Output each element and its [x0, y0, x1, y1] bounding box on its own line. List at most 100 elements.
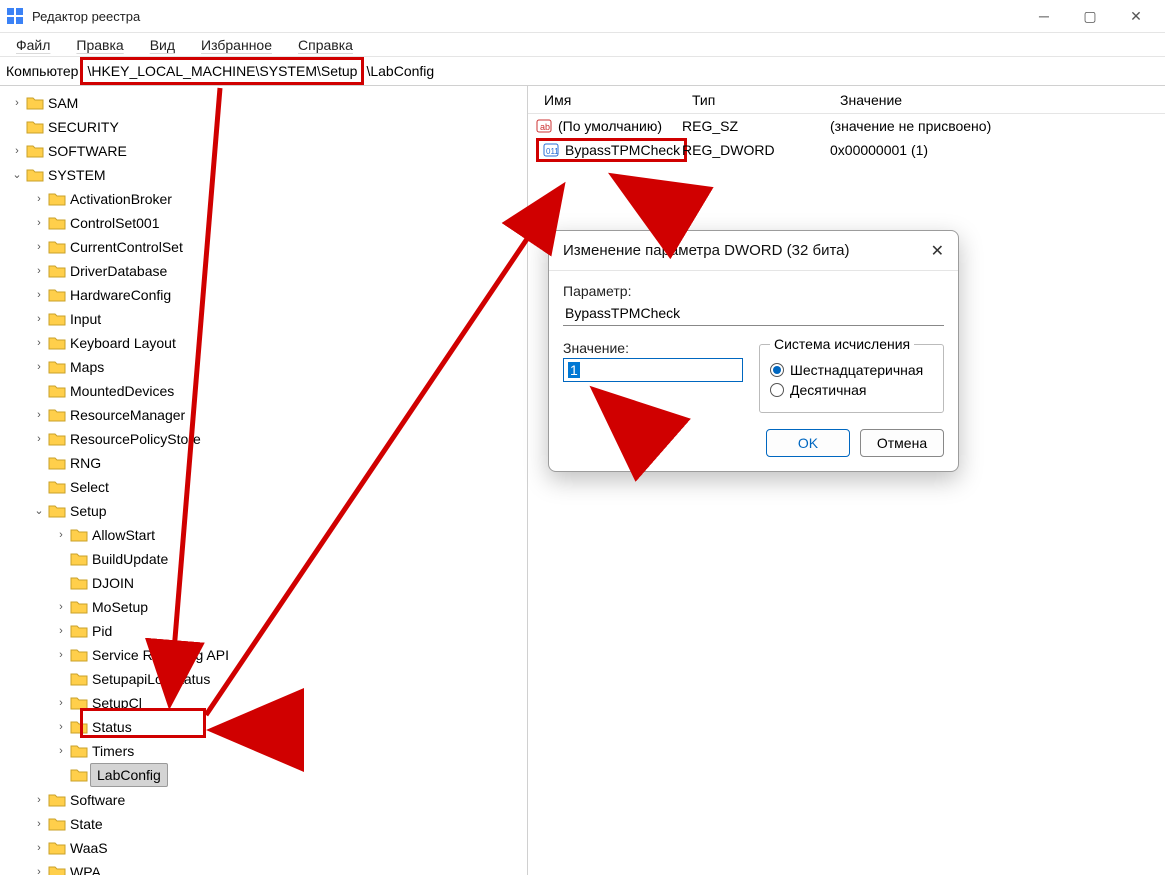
- tree-node-setupcl[interactable]: ›SetupCl: [52, 692, 146, 714]
- tree-node-pid[interactable]: ›Pid: [52, 620, 116, 642]
- col-type[interactable]: Тип: [684, 88, 832, 112]
- folder-icon: [26, 144, 44, 158]
- tree-node-state[interactable]: ›State: [30, 813, 107, 835]
- tree-node-timers[interactable]: ›Timers: [52, 740, 138, 762]
- tree-node-servicereportingapi[interactable]: ›Service Reporting API: [52, 644, 233, 666]
- folder-open-icon: [48, 504, 66, 518]
- menu-favorites[interactable]: Избранное: [197, 35, 276, 55]
- tree-node-djoin[interactable]: ·DJOIN: [52, 572, 138, 594]
- chevron-down-icon[interactable]: ⌄: [32, 500, 46, 522]
- menu-view[interactable]: Вид: [146, 35, 179, 55]
- tree-node-maps[interactable]: ›Maps: [30, 356, 108, 378]
- folder-icon: [48, 865, 66, 875]
- folder-icon: [48, 793, 66, 807]
- tree-node-resourcepolicystore[interactable]: ›ResourcePolicyStore: [30, 428, 205, 450]
- value-name: BypassTPMCheck: [565, 142, 680, 158]
- radio-icon: [770, 383, 784, 397]
- tree-node-buildupdate[interactable]: ·BuildUpdate: [52, 548, 172, 570]
- tree-node-labconfig[interactable]: ·LabConfig: [52, 763, 170, 787]
- registry-tree[interactable]: ›SAM ·SECURITY ›SOFTWARE ⌄SYSTEM ›Activa…: [0, 86, 528, 875]
- tree-node-waas[interactable]: ›WaaS: [30, 837, 112, 859]
- string-value-icon: ab: [536, 117, 554, 135]
- folder-icon: [70, 600, 88, 614]
- tree-node-currentcontrolset[interactable]: ›CurrentControlSet: [30, 236, 187, 258]
- value-row-bypasstpmcheck[interactable]: 011 BypassTPMCheck REG_DWORD 0x00000001 (…: [528, 138, 1165, 162]
- tree-node-mosetup[interactable]: ›MoSetup: [52, 596, 152, 618]
- tree-node-rng[interactable]: ·RNG: [30, 452, 105, 474]
- tree-node-input[interactable]: ›Input: [30, 308, 105, 330]
- ok-button[interactable]: OK: [766, 429, 850, 457]
- folder-open-icon: [26, 168, 44, 182]
- tree-node-software2[interactable]: ›Software: [30, 789, 129, 811]
- menu-edit[interactable]: Правка: [72, 35, 127, 55]
- svg-text:ab: ab: [540, 122, 550, 132]
- minimize-button[interactable]: ─: [1021, 0, 1067, 32]
- value-row-default[interactable]: ab(По умолчанию) REG_SZ (значение не при…: [528, 114, 1165, 138]
- folder-icon: [48, 456, 66, 470]
- radio-icon: [770, 363, 784, 377]
- tree-node-hardwareconfig[interactable]: ›HardwareConfig: [30, 284, 175, 306]
- path-tail: \LabConfig: [364, 63, 436, 79]
- folder-icon: [70, 552, 88, 566]
- folder-icon: [48, 240, 66, 254]
- dword-value-icon: 011: [543, 141, 561, 159]
- titlebar: Редактор реестра ─ ▢ ✕: [0, 0, 1165, 33]
- folder-icon: [70, 720, 88, 734]
- tree-node-select[interactable]: ·Select: [30, 476, 113, 498]
- path-root: Компьютер: [4, 63, 80, 79]
- value-type: REG_DWORD: [682, 142, 830, 158]
- tree-node-sam[interactable]: ›SAM: [8, 92, 82, 114]
- folder-icon: [48, 288, 66, 302]
- tree-node-driverdatabase[interactable]: ›DriverDatabase: [30, 260, 171, 282]
- chevron-down-icon[interactable]: ⌄: [10, 164, 24, 186]
- tree-node-setup[interactable]: ⌄Setup: [30, 500, 111, 522]
- tree-node-setupapilogstatus[interactable]: ·SetupapiLogStatus: [52, 668, 214, 690]
- col-name[interactable]: Имя: [536, 88, 684, 112]
- cancel-button[interactable]: Отмена: [860, 429, 944, 457]
- tree-node-allowstart[interactable]: ›AllowStart: [52, 524, 159, 546]
- folder-icon: [70, 696, 88, 710]
- tree-node-system[interactable]: ⌄SYSTEM: [8, 164, 110, 186]
- tree-node-keyboardlayout[interactable]: ›Keyboard Layout: [30, 332, 180, 354]
- value-name: (По умолчанию): [558, 118, 662, 134]
- value-data: (значение не присвоено): [830, 118, 1165, 134]
- folder-icon: [48, 841, 66, 855]
- tree-node-wpa[interactable]: ›WPA: [30, 861, 105, 875]
- value-input[interactable]: 1: [563, 358, 743, 382]
- menu-help[interactable]: Справка: [294, 35, 357, 55]
- maximize-button[interactable]: ▢: [1067, 0, 1113, 32]
- svg-text:011: 011: [546, 147, 559, 156]
- radio-hex[interactable]: Шестнадцатеричная: [770, 362, 933, 378]
- base-fieldset: Система исчисления Шестнадцатеричная Дес…: [759, 336, 944, 413]
- folder-icon: [48, 360, 66, 374]
- radio-dec[interactable]: Десятичная: [770, 382, 933, 398]
- address-bar[interactable]: Компьютер \HKEY_LOCAL_MACHINE\SYSTEM\Set…: [0, 57, 1165, 86]
- col-data[interactable]: Значение: [832, 88, 1165, 112]
- folder-icon: [70, 624, 88, 638]
- dialog-title: Изменение параметра DWORD (32 бита): [563, 242, 850, 259]
- folder-icon: [26, 120, 44, 134]
- tree-node-controlset001[interactable]: ›ControlSet001: [30, 212, 164, 234]
- folder-icon: [70, 528, 88, 542]
- folder-icon: [70, 768, 88, 782]
- folder-icon: [48, 408, 66, 422]
- menu-file[interactable]: Файл: [12, 35, 54, 55]
- tree-node-software[interactable]: ›SOFTWARE: [8, 140, 131, 162]
- param-name-field: BypassTPMCheck: [563, 301, 944, 326]
- path-highlighted: \HKEY_LOCAL_MACHINE\SYSTEM\Setup: [80, 57, 364, 85]
- folder-icon: [48, 336, 66, 350]
- tree-node-security[interactable]: ·SECURITY: [8, 116, 123, 138]
- value-data: 0x00000001 (1): [830, 142, 1165, 158]
- folder-icon: [48, 216, 66, 230]
- value-label: Значение:: [563, 340, 743, 356]
- values-list: Имя Тип Значение ab(По умолчанию) REG_SZ…: [528, 86, 1165, 875]
- close-button[interactable]: ✕: [1113, 0, 1159, 32]
- base-legend: Система исчисления: [770, 336, 914, 352]
- folder-icon: [70, 648, 88, 662]
- tree-node-status[interactable]: ›Status: [52, 716, 136, 738]
- edit-dword-dialog: Изменение параметра DWORD (32 бита) ✕ Па…: [548, 230, 959, 472]
- tree-node-activationbroker[interactable]: ›ActivationBroker: [30, 188, 176, 210]
- tree-node-mounteddevices[interactable]: ·MountedDevices: [30, 380, 178, 402]
- dialog-close-button[interactable]: ✕: [931, 241, 944, 261]
- tree-node-resourcemanager[interactable]: ›ResourceManager: [30, 404, 189, 426]
